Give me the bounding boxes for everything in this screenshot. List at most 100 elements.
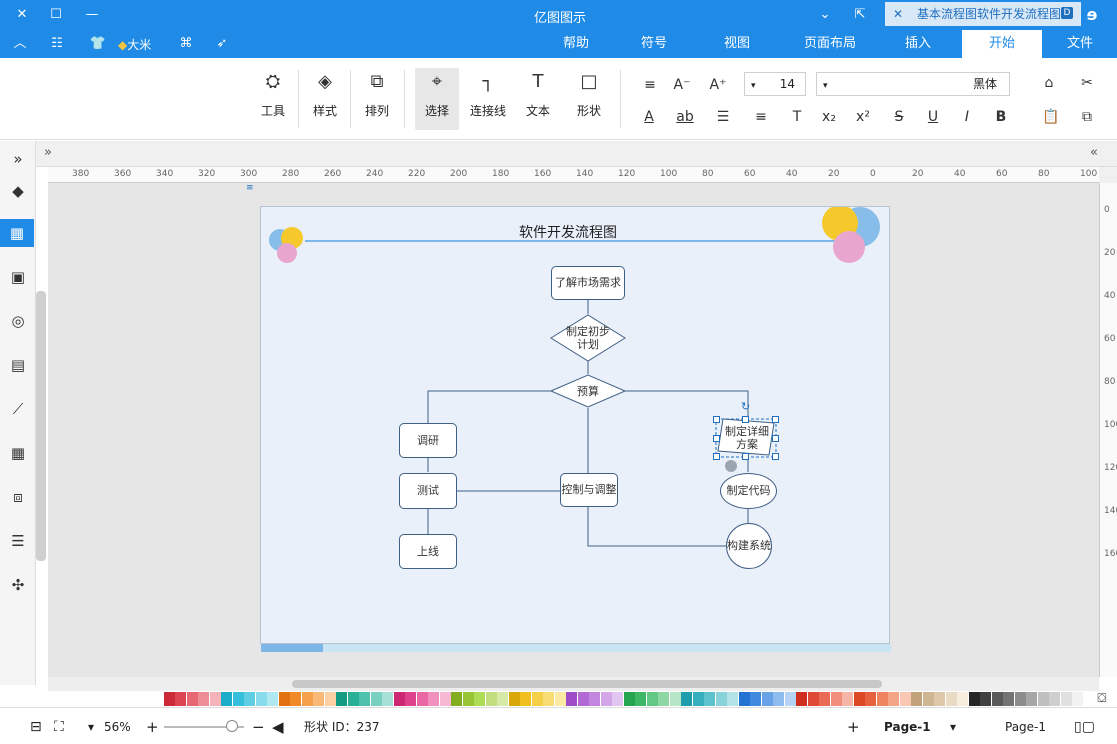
sidebar-scrollbar[interactable] [36, 291, 46, 561]
tab-insert[interactable]: 插入 [882, 30, 954, 58]
color-swatch[interactable] [830, 692, 842, 706]
horizontal-scrollbar[interactable] [48, 677, 1099, 691]
color-swatch[interactable] [1037, 692, 1049, 706]
font-grow-icon[interactable]: A⁺ [707, 74, 729, 96]
color-swatch[interactable] [301, 692, 313, 706]
outline-icon[interactable]: ☰ [4, 527, 32, 555]
rotate-handle-icon[interactable]: ↻ [741, 400, 750, 413]
color-swatch[interactable] [232, 692, 244, 706]
connection-icon[interactable]: ✣ [4, 571, 32, 599]
color-swatch[interactable] [324, 692, 336, 706]
node-initial-plan[interactable]: 制定初步计划 [561, 322, 615, 354]
color-swatch[interactable] [198, 692, 209, 706]
selection-handle[interactable] [713, 453, 720, 460]
color-swatch[interactable] [554, 692, 566, 706]
color-swatch[interactable] [359, 692, 370, 706]
table-icon[interactable]: ▦ [4, 439, 32, 467]
italic-icon[interactable]: I [956, 106, 978, 128]
color-swatch[interactable] [278, 692, 290, 706]
close-icon[interactable]: ✕ [12, 5, 32, 25]
color-swatch[interactable] [865, 692, 876, 706]
color-swatch[interactable] [715, 692, 727, 706]
color-swatch[interactable] [934, 692, 945, 706]
color-swatch[interactable] [911, 692, 922, 706]
color-swatch[interactable] [462, 692, 474, 706]
panel-layout-icon[interactable]: ▯▢ [1074, 718, 1095, 736]
color-swatch[interactable] [876, 692, 888, 706]
color-swatch[interactable] [922, 692, 934, 706]
selection-handle[interactable] [713, 435, 720, 442]
document-tab[interactable]: ✕ 基本流程图软件开发流程图 D [885, 2, 1081, 26]
font-shrink-icon[interactable]: A⁻ [671, 74, 693, 96]
color-swatch[interactable] [531, 692, 543, 706]
color-swatch[interactable] [842, 692, 853, 706]
color-swatch[interactable] [439, 692, 451, 706]
minimize-icon[interactable]: — [82, 5, 102, 25]
node-control-adjust[interactable]: 控制与调整 [560, 473, 618, 507]
strikethrough-icon[interactable]: S [888, 106, 910, 128]
selection-handle[interactable] [742, 416, 749, 423]
color-swatch[interactable] [508, 692, 520, 706]
color-swatch[interactable] [244, 692, 255, 706]
page-icon[interactable]: ▤ [4, 351, 32, 379]
color-swatch[interactable] [784, 692, 796, 706]
zoom-level[interactable]: 56% [104, 718, 131, 736]
color-swatch[interactable] [991, 692, 1003, 706]
user-account[interactable]: ◆大米 [118, 36, 164, 53]
font-size-select[interactable]: ▾ 14 [744, 72, 806, 96]
collapse-left-panel-icon[interactable]: » [44, 145, 52, 160]
node-build-system[interactable]: 构建系统 [726, 523, 772, 569]
maximize-icon[interactable]: ☐ [46, 5, 66, 25]
font-family-select[interactable]: ▾ 黑体 [816, 72, 1010, 96]
color-swatch[interactable] [669, 692, 681, 706]
add-page-icon[interactable]: + [847, 718, 860, 736]
color-swatch[interactable] [313, 692, 324, 706]
color-swatch[interactable] [807, 692, 819, 706]
color-swatch[interactable] [646, 692, 658, 706]
paste-icon[interactable]: 📋 [1040, 106, 1062, 128]
format-painter-icon[interactable]: ⌂ [1038, 72, 1060, 94]
color-swatch[interactable] [1026, 692, 1037, 706]
drawing-canvas[interactable]: ≡ 软件开发流程图 了解市场需求 制定初步计划 预算 调研 测试 上线 控制与调… [48, 183, 1099, 677]
diagram-page[interactable]: 软件开发流程图 了解市场需求 制定初步计划 预算 调研 测试 上线 控制与调整 … [260, 206, 891, 652]
color-swatch[interactable] [968, 692, 980, 706]
color-swatch[interactable] [209, 692, 221, 706]
underline-icon[interactable]: U [922, 106, 944, 128]
color-swatch[interactable] [761, 692, 773, 706]
export-icon[interactable]: ⇱ [850, 5, 870, 25]
node-detailed-plan[interactable]: 制定详细方案 [725, 423, 769, 453]
color-swatch[interactable] [485, 692, 497, 706]
zoom-out-icon[interactable]: − [252, 718, 265, 736]
tab-view[interactable]: 视图 [702, 30, 772, 58]
tab-close-icon[interactable]: ✕ [893, 2, 903, 26]
expand-right-panel-icon[interactable]: « [1090, 145, 1098, 160]
color-swatch[interactable] [405, 692, 416, 706]
play-icon[interactable]: ◀ [272, 718, 284, 736]
tab-file[interactable]: 文件 [1050, 30, 1110, 58]
color-swatch[interactable] [175, 692, 186, 706]
color-swatch[interactable] [658, 692, 669, 706]
node-write-code[interactable]: 制定代码 [720, 473, 777, 509]
subscript-icon[interactable]: x₂ [818, 106, 840, 128]
node-launch[interactable]: 上线 [399, 534, 457, 569]
font-color-icon[interactable]: A [638, 106, 660, 128]
cut-icon[interactable]: ✂ [1076, 72, 1098, 94]
scrollbar-thumb[interactable] [292, 680, 882, 688]
tools-button[interactable]: ⛭ 工具 [251, 68, 295, 130]
layers-icon[interactable]: ◎ [4, 307, 32, 335]
text-button[interactable]: T 文本 [516, 68, 560, 130]
data-icon[interactable]: ⧈ [4, 483, 32, 511]
connector-button[interactable]: ┐ 连接线 [466, 68, 510, 130]
color-swatch[interactable] [416, 692, 428, 706]
color-swatch[interactable] [474, 692, 485, 706]
color-swatch[interactable] [347, 692, 359, 706]
color-swatch[interactable] [290, 692, 301, 706]
page-tab[interactable]: Page-1 [884, 718, 931, 736]
color-swatch[interactable] [336, 692, 347, 706]
color-swatch[interactable] [980, 692, 991, 706]
color-swatch[interactable] [957, 692, 968, 706]
shapes-library-icon[interactable]: ▦ [0, 219, 34, 247]
zoom-slider-knob[interactable] [226, 720, 238, 732]
align-icon[interactable]: ≡ [639, 74, 661, 96]
zoom-dropdown-icon[interactable]: ▾ [88, 718, 94, 736]
